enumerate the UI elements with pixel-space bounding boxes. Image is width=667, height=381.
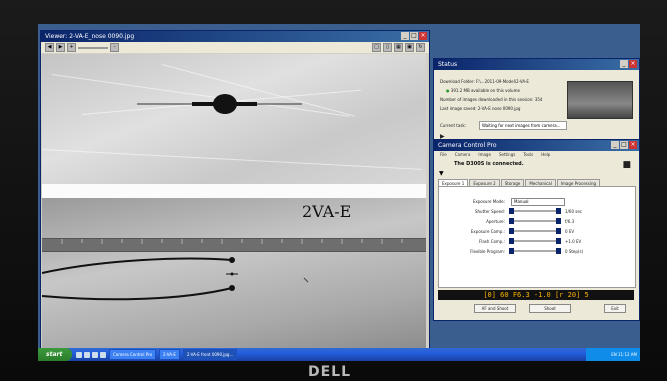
viewer-toolbar: ◀ ▶ + - □ ▯ ▦ ▣ ↻	[41, 42, 429, 53]
viewer-titlebar[interactable]: Viewer: 2-VA-E_nose 0090.jpg _ □ ×	[41, 31, 429, 42]
brand-logo: DELL	[308, 364, 352, 380]
close-button[interactable]: ×	[419, 32, 427, 40]
explorer-icon[interactable]	[100, 351, 106, 358]
camera-lcd-readout: [0] 60 F6.3 -1.0 [r 20] 5	[438, 290, 634, 300]
download-folder-label: Download Folder:	[440, 79, 475, 84]
aperture-slider[interactable]	[509, 218, 561, 224]
current-task-label: Current task:	[440, 123, 467, 128]
browser-icon[interactable]	[84, 351, 90, 358]
fullscreen-icon[interactable]: ▣	[405, 43, 414, 52]
exposure-mode-select[interactable]: Manual	[511, 198, 565, 206]
menu-file[interactable]: File	[440, 151, 447, 158]
image-divider[interactable]	[42, 184, 426, 198]
exposure-panel: Exposure Mode: Manual Shutter Speed: 1/6…	[438, 186, 636, 288]
camera-icon: ■	[622, 160, 631, 170]
shutter-speed-value: 1/60 sec	[565, 209, 582, 214]
exposure-mode-label: Exposure Mode:	[472, 199, 505, 204]
fit-icon[interactable]: □	[372, 43, 381, 52]
exposure-comp-slider[interactable]	[509, 228, 561, 234]
pressure-tap-hole	[137, 94, 302, 114]
rotate-icon[interactable]: ↻	[416, 43, 425, 52]
system-tray-clock[interactable]: EN 11:12 AM	[586, 348, 640, 361]
taskbar: start Camera Control Pro 2-VA-E 2-VA-E f…	[38, 348, 640, 361]
af-and-shoot-button[interactable]: AF and Shoot	[474, 304, 516, 313]
image-pane-top	[42, 54, 426, 184]
flexible-program-label: Flexible Program:	[470, 249, 505, 254]
minimize-button[interactable]: _	[401, 32, 409, 40]
exposure-comp-label: Exposure Comp.:	[470, 229, 505, 234]
flexible-program-slider[interactable]	[509, 248, 561, 254]
images-downloaded-value: 354	[534, 97, 543, 102]
camera-titlebar[interactable]: Camera Control Pro _ □ ×	[434, 140, 639, 151]
menu-tools[interactable]: Tools	[523, 151, 533, 158]
last-image-row: Last image saved: 2-VA-E nose 0090.jpg	[440, 106, 520, 111]
maximize-button[interactable]: □	[620, 141, 628, 149]
tubing-lines	[42, 257, 309, 301]
media-icon[interactable]	[92, 351, 98, 358]
expand-arrow-icon[interactable]: ▼	[439, 170, 444, 177]
download-folder-row: Download Folder: F:\...2011-09-Model\2-V…	[440, 79, 529, 84]
menu-image[interactable]: Image	[478, 151, 491, 158]
shutter-speed-slider[interactable]	[509, 208, 561, 214]
minimize-button[interactable]: _	[611, 141, 619, 149]
flash-comp-value: +1.0 EV	[565, 239, 582, 244]
next-icon[interactable]: ▶	[56, 43, 65, 52]
minimize-button[interactable]: _	[620, 60, 628, 68]
task-viewer[interactable]: 2-VA-E front 0090.jpg...	[182, 349, 238, 360]
menu-bar: File Camera Image Settings Tools Help	[434, 151, 639, 158]
status-window: Status _ × Download Folder: F:\...2011-0…	[433, 58, 640, 145]
desktop-icon[interactable]	[76, 351, 82, 358]
start-button[interactable]: start	[38, 348, 72, 361]
check-icon: ●	[446, 88, 450, 93]
menu-help[interactable]: Help	[541, 151, 550, 158]
zoom-icon[interactable]: +	[67, 43, 76, 52]
image-pane-bottom: 2VA-E	[42, 198, 426, 348]
status-titlebar[interactable]: Status _ ×	[434, 59, 639, 70]
aperture-value: f/6.3	[565, 219, 575, 224]
connection-message: The D300S is connected.	[454, 161, 524, 167]
split-icon[interactable]: ▯	[383, 43, 392, 52]
shutter-speed-label: Shutter Speed:	[474, 209, 505, 214]
desktop-screen: Viewer: 2-VA-E_nose 0090.jpg _ □ × ◀ ▶ +…	[38, 24, 640, 361]
quick-launch	[76, 351, 106, 358]
task-camera-control[interactable]: Camera Control Pro	[109, 349, 157, 360]
viewer-window: Viewer: 2-VA-E_nose 0090.jpg _ □ × ◀ ▶ +…	[40, 30, 430, 350]
menu-camera[interactable]: Camera	[455, 151, 471, 158]
camera-title: Camera Control Pro	[438, 142, 497, 149]
space-row: ● 391.2 MB available on this volume	[446, 88, 520, 93]
images-downloaded-row: Number of images downloaded in this sess…	[440, 97, 542, 102]
zoom-out-icon[interactable]: -	[110, 43, 119, 52]
download-folder-value: F:\...2011-09-Model\2-VA-E	[476, 79, 529, 84]
last-image-value: 2-VA-E nose 0090.jpg	[477, 106, 521, 111]
flash-comp-label: Flash Comp.:	[478, 239, 505, 244]
last-image-thumbnail	[567, 81, 633, 119]
aperture-label: Aperture:	[486, 219, 505, 224]
maximize-button[interactable]: □	[410, 32, 418, 40]
status-title: Status	[438, 61, 458, 68]
flexible-program-value: 0 Step(s)	[565, 249, 584, 254]
space-label: 391.2 MB available on this volume	[450, 88, 520, 93]
task-folder[interactable]: 2-VA-E	[159, 349, 180, 360]
shoot-button[interactable]: Shoot	[529, 304, 571, 313]
last-image-label: Last image saved:	[440, 106, 477, 111]
prev-icon[interactable]: ◀	[45, 43, 54, 52]
images-downloaded-label: Number of images downloaded in this sess…	[440, 97, 534, 102]
current-task-value: Waiting for next images from camera...	[479, 121, 567, 130]
grid-icon[interactable]: ▦	[394, 43, 403, 52]
close-button[interactable]: ×	[629, 141, 637, 149]
zoom-slider[interactable]	[78, 46, 108, 49]
camera-control-window: Camera Control Pro _ □ × File Camera Ima…	[433, 139, 640, 321]
exposure-comp-value: 0 EV	[565, 229, 575, 234]
exit-button[interactable]: Exit	[604, 304, 626, 313]
handwritten-label: 2VA-E	[302, 202, 352, 221]
close-button[interactable]: ×	[629, 60, 637, 68]
flash-comp-slider[interactable]	[509, 238, 561, 244]
viewer-title: Viewer: 2-VA-E_nose 0090.jpg	[45, 33, 135, 40]
menu-settings[interactable]: Settings	[499, 151, 515, 158]
